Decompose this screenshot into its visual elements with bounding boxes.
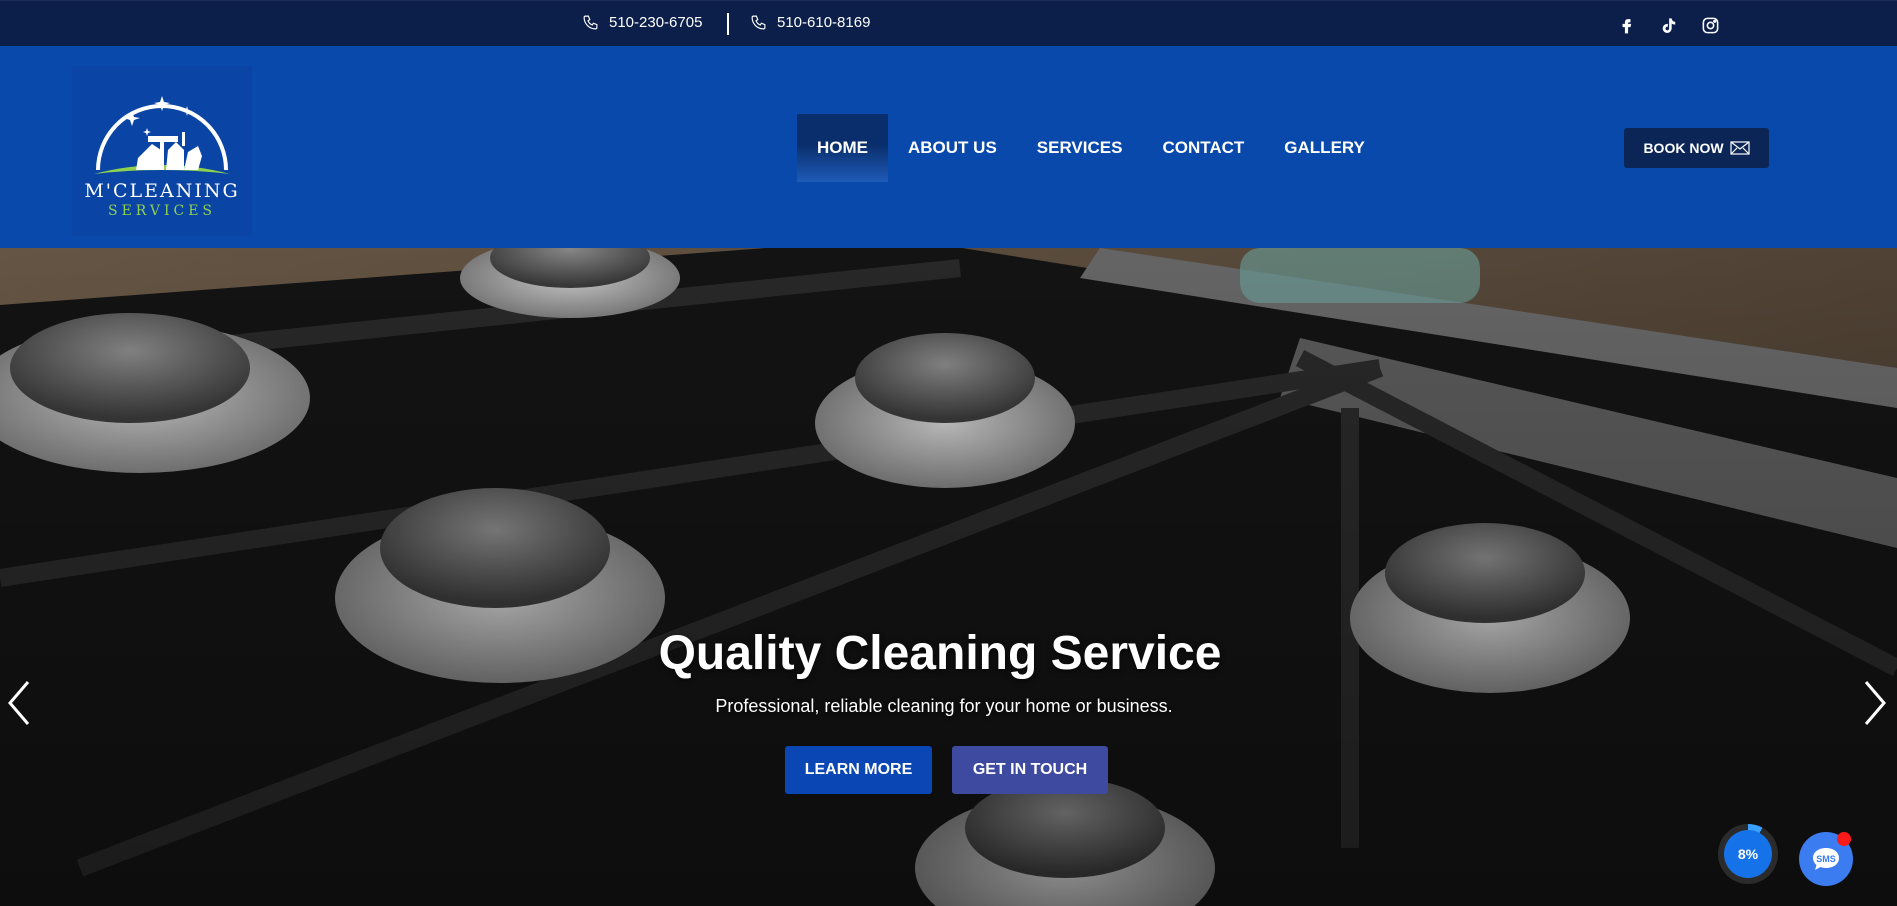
tiktok-icon[interactable] xyxy=(1657,14,1679,36)
logo-text-secondary: SERVICES xyxy=(107,203,216,219)
phone-link-2[interactable]: 510-610-8169 xyxy=(750,14,870,31)
chevron-left-icon xyxy=(8,681,30,725)
facebook-icon[interactable] xyxy=(1615,14,1637,36)
instagram-icon[interactable] xyxy=(1699,14,1721,36)
envelope-icon xyxy=(1729,141,1750,155)
learn-more-button[interactable]: LEARN MORE xyxy=(785,746,932,794)
site-header: M'CLEANING SERVICES HOME ABOUT US SERVIC… xyxy=(0,46,1897,248)
site-logo[interactable]: M'CLEANING SERVICES xyxy=(72,66,252,236)
chevron-right-icon xyxy=(1864,681,1886,725)
top-contact-bar: 510-230-6705 510-610-8169 xyxy=(0,0,1897,46)
main-nav: HOME ABOUT US SERVICES CONTACT GALLERY xyxy=(797,114,1385,182)
notification-dot xyxy=(1837,832,1851,846)
nav-home[interactable]: HOME xyxy=(797,114,888,182)
sms-label: SMS xyxy=(1816,854,1836,864)
nav-gallery[interactable]: GALLERY xyxy=(1264,114,1385,182)
phone-number-2: 510-610-8169 xyxy=(777,14,871,31)
sms-chat-button[interactable]: SMS xyxy=(1799,832,1853,886)
phone-divider xyxy=(727,13,729,35)
hero-slider: Quality Cleaning Service Professional, r… xyxy=(0,248,1897,906)
hero-subtitle: Professional, reliable cleaning for your… xyxy=(715,696,1173,716)
logo-text-primary: M'CLEANING xyxy=(84,180,240,202)
book-now-label: BOOK NOW xyxy=(1643,140,1724,156)
slider-prev-arrow[interactable] xyxy=(2,678,36,728)
phone-link-1[interactable]: 510-230-6705 xyxy=(582,14,702,31)
book-now-button[interactable]: BOOK NOW xyxy=(1624,128,1769,168)
nav-about-us[interactable]: ABOUT US xyxy=(888,114,1017,182)
logo-emblem xyxy=(94,96,230,174)
nav-contact[interactable]: CONTACT xyxy=(1142,114,1264,182)
hero-background-image xyxy=(0,248,1897,906)
slider-next-arrow[interactable] xyxy=(1858,678,1892,728)
scroll-progress-button[interactable]: 8% xyxy=(1718,824,1778,884)
get-in-touch-button[interactable]: GET IN TOUCH xyxy=(952,746,1108,794)
nav-services[interactable]: SERVICES xyxy=(1017,114,1143,182)
phone-icon xyxy=(751,15,766,30)
scroll-progress-label: 8% xyxy=(1724,830,1772,878)
hero-title: Quality Cleaning Service xyxy=(658,627,1222,680)
phone-number-1: 510-230-6705 xyxy=(609,14,703,31)
phone-icon xyxy=(583,15,598,30)
